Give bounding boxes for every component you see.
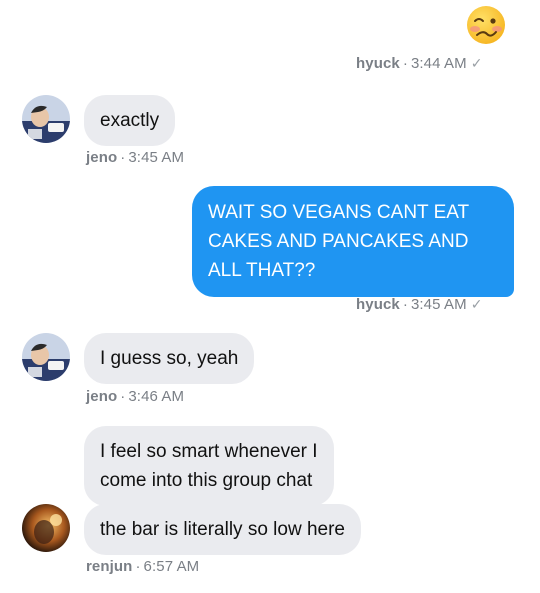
message-bubble[interactable]: I guess so, yeah	[84, 333, 255, 384]
message-text-line: come into this group chat	[100, 470, 313, 491]
message-text: exactly	[100, 110, 160, 131]
message-meta: hyuck · 3:44 AM ✓	[356, 55, 483, 72]
message-meta: jeno · 3:46 AM	[86, 388, 184, 405]
message-bubble[interactable]: exactly	[84, 95, 176, 146]
message-bubble[interactable]: the bar is literally so low here	[84, 504, 361, 555]
separator-dot: ·	[402, 296, 408, 313]
avatar-jeno[interactable]	[22, 95, 70, 143]
chat-thread: hyuck · 3:44 AM ✓ exactly jeno · 3:45 AM WAIT…	[0, 0, 540, 593]
message-meta: renjun · 6:57 AM	[86, 558, 199, 575]
message-meta: jeno · 3:45 AM	[86, 149, 184, 166]
timestamp: 3:44 AM	[410, 55, 467, 72]
sender-name: jeno	[86, 149, 118, 166]
sender-name: hyuck	[356, 55, 400, 72]
separator-dot: ·	[402, 55, 408, 72]
woozy-face-emoji-icon	[467, 6, 505, 44]
timestamp: 3:46 AM	[128, 388, 185, 405]
message-text-line: I feel so smart whenever I	[100, 441, 318, 462]
message-bubble[interactable]: I feel so smart whenever I come into thi…	[84, 426, 334, 506]
message-text-line: ALL THAT??	[208, 260, 316, 281]
avatar-renjun[interactable]	[22, 504, 70, 552]
sender-name: hyuck	[356, 296, 400, 313]
message-meta: hyuck · 3:45 AM ✓	[356, 296, 483, 313]
message-text: I guess so, yeah	[100, 348, 239, 369]
sender-name: jeno	[86, 388, 118, 405]
message-text-line: CAKES AND PANCAKES AND	[208, 231, 469, 252]
message-bubble-outgoing[interactable]: WAIT SO VEGANS CANT EAT CAKES AND PANCAK…	[192, 186, 514, 297]
sent-check-icon: ✓	[470, 296, 483, 312]
message-text: the bar is literally so low here	[100, 519, 345, 540]
separator-dot: ·	[135, 558, 141, 575]
separator-dot: ·	[120, 388, 126, 405]
timestamp: 3:45 AM	[128, 149, 185, 166]
message-text-line: WAIT SO VEGANS CANT EAT	[208, 202, 470, 223]
sender-name: renjun	[86, 558, 133, 575]
timestamp: 3:45 AM	[410, 296, 467, 313]
timestamp: 6:57 AM	[143, 558, 200, 575]
sent-check-icon: ✓	[470, 55, 483, 71]
avatar-jeno[interactable]	[22, 333, 70, 381]
separator-dot: ·	[120, 149, 126, 166]
